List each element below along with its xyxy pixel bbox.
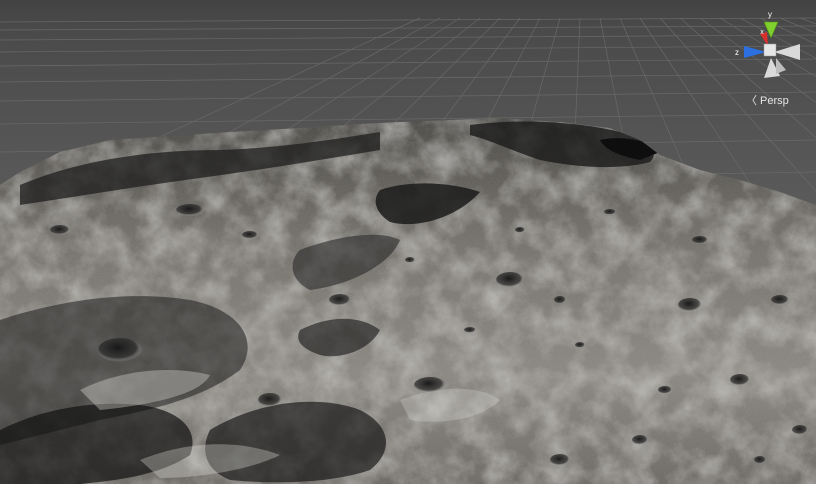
y-axis-label: y [768, 10, 772, 19]
x-axis-label: x [760, 29, 764, 36]
projection-toggle[interactable]: 〈 Persp [746, 94, 789, 108]
projection-label: Persp [760, 95, 789, 107]
lunar-surface-terrain [0, 118, 816, 484]
orientation-gizmo[interactable]: y x z [726, 8, 810, 98]
scene-canvas[interactable] [0, 0, 816, 484]
scene-view-viewport[interactable]: y x z 〈 Persp [0, 0, 816, 484]
z-axis-label: z [735, 48, 739, 57]
neg-x-axis-cone [774, 44, 800, 60]
z-axis-cone [744, 46, 766, 58]
chevron-left-icon: 〈 [746, 94, 757, 107]
gizmo-center-cube [763, 43, 777, 57]
neg-z-axis-cone [776, 58, 786, 74]
